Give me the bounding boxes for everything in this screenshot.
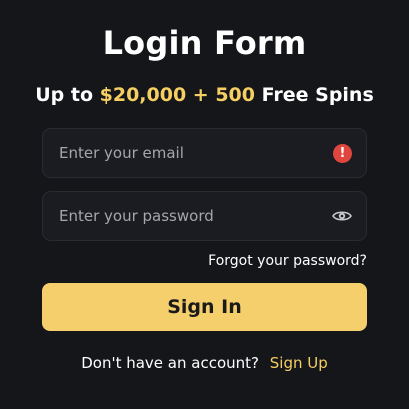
signup-row: Don't have an account? Sign Up <box>0 354 409 372</box>
promo-amount: $20,000 + 500 <box>99 84 255 106</box>
alert-icon: ! <box>333 144 352 163</box>
sign-up-link[interactable]: Sign Up <box>270 354 328 372</box>
eye-icon[interactable] <box>332 209 352 223</box>
page-title: Login Form <box>102 24 307 62</box>
promo-prefix: Up to <box>35 84 93 106</box>
password-field-container <box>42 191 367 241</box>
forgot-password-link[interactable]: Forgot your password? <box>208 253 367 269</box>
sign-in-button[interactable]: Sign In <box>42 283 367 331</box>
email-field-container: ! <box>42 128 367 178</box>
email-input[interactable] <box>59 129 319 177</box>
promo-suffix: Free Spins <box>261 84 374 106</box>
promo-subtitle: Up to $20,000 + 500 Free Spins <box>0 84 409 106</box>
password-input[interactable] <box>59 192 319 240</box>
login-page: Login Form Up to $20,000 + 500 Free Spin… <box>0 0 409 409</box>
signup-prompt: Don't have an account? <box>81 354 259 372</box>
